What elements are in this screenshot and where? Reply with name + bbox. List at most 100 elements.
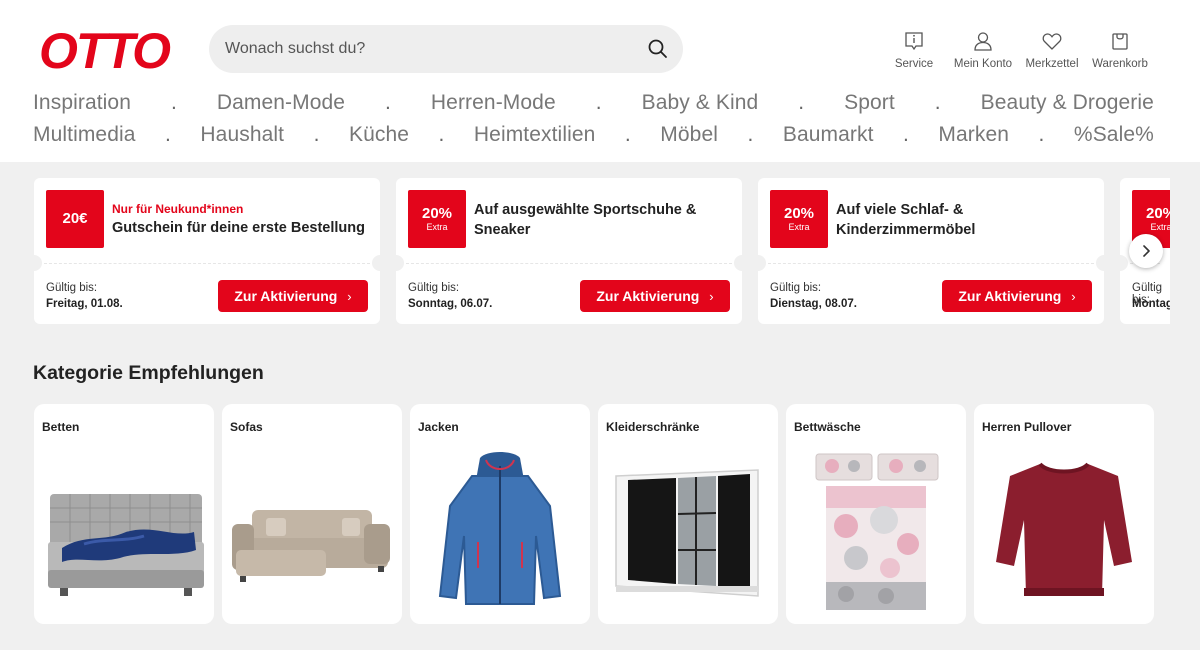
coupon-valid-label: Gültig bis: <box>408 282 460 294</box>
cart-label: Warenkorb <box>1092 58 1148 70</box>
nav-separator: . <box>624 123 631 146</box>
coupon-valid-label: Gültig bis: <box>46 282 98 294</box>
coupon-valid-date: Dienstag, 08.07. <box>770 298 857 310</box>
wishlist-link[interactable]: Merkzettel <box>1021 30 1083 70</box>
coupon-title: Gutschein für deine erste Bestellung <box>112 220 365 236</box>
nav-separator: . <box>170 91 177 114</box>
chevron-right-icon: › <box>709 288 714 304</box>
category-card-jacken[interactable]: Jacken <box>410 404 590 624</box>
nav-separator: . <box>934 91 941 114</box>
coupon-title: Auf viele Schlaf- & Kinderzimmermöbel <box>836 202 976 238</box>
service-icon <box>905 32 923 51</box>
nav-baumarkt[interactable]: Baumarkt <box>783 123 874 147</box>
nav-sport[interactable]: Sport <box>844 91 895 115</box>
activate-label: Zur Aktivierung <box>958 288 1062 304</box>
category-card-kleiderschraenke[interactable]: Kleiderschränke <box>598 404 778 624</box>
bedding-image <box>815 453 939 610</box>
nav-kueche[interactable]: Küche <box>349 123 409 147</box>
coupon-notch <box>34 255 42 271</box>
carousel-next-button[interactable] <box>1129 234 1163 268</box>
category-nav-row-2: Multimedia . Haushalt . Küche . Heimtext… <box>33 123 1154 147</box>
service-link[interactable]: Service <box>889 30 939 70</box>
nav-heimtextilien[interactable]: Heimtextilien <box>474 123 596 147</box>
sofa-image <box>232 510 390 582</box>
nav-damen-mode[interactable]: Damen-Mode <box>217 91 345 115</box>
nav-haushalt[interactable]: Haushalt <box>200 123 284 147</box>
account-link[interactable]: Mein Konto <box>950 30 1016 70</box>
coupon-badge-extra: Extra <box>426 222 448 232</box>
chevron-right-icon <box>1143 245 1150 257</box>
activate-label: Zur Aktivierung <box>596 288 700 304</box>
search-input[interactable] <box>225 25 635 73</box>
coupon-divider <box>768 263 1094 264</box>
activate-coupon-button[interactable]: Zur Aktivierung › <box>580 280 730 312</box>
nav-separator: . <box>385 91 391 114</box>
coupon-card: 20% Extra Auf viele Schlaf- & Kinderzimm… <box>758 178 1104 324</box>
account-label: Mein Konto <box>953 58 1013 70</box>
category-label: Kleiderschränke <box>606 420 700 434</box>
main-content: 20€ Nur für Neukund*innen Gutschein für … <box>0 162 1200 650</box>
nav-separator: . <box>747 123 754 146</box>
coupon-badge: 20% Extra <box>770 190 828 248</box>
chevron-right-icon: › <box>347 288 352 304</box>
nav-beauty-drogerie[interactable]: Beauty & Drogerie <box>981 91 1154 115</box>
coupon-title: Auf ausgewählte Sportschuhe & Sneaker <box>474 202 697 238</box>
search-bar <box>209 25 683 73</box>
category-label: Jacken <box>418 420 459 434</box>
coupon-notch <box>396 255 404 271</box>
nav-baby-kind[interactable]: Baby & Kind <box>642 91 759 115</box>
coupon-valid-date: Montag <box>1132 298 1170 310</box>
coupon-card: 20% Extra Auf ausgewählte Sportschuhe & … <box>396 178 742 324</box>
chevron-right-icon: › <box>1071 288 1076 304</box>
coupon-valid-date: Freitag, 01.08. <box>46 298 123 310</box>
bed-image <box>48 494 204 596</box>
cart-link[interactable]: Warenkorb <box>1088 30 1152 70</box>
category-card-sofas[interactable]: Sofas <box>222 404 402 624</box>
coupon-divider <box>44 263 370 264</box>
coupon-badge-value: 20% <box>783 205 815 222</box>
nav-herren-mode[interactable]: Herren-Mode <box>431 91 556 115</box>
coupon-notch <box>1120 255 1128 271</box>
heart-icon <box>1042 33 1062 50</box>
activate-coupon-button[interactable]: Zur Aktivierung › <box>218 280 368 312</box>
nav-multimedia[interactable]: Multimedia <box>33 123 136 147</box>
category-nav-row-1: Inspiration . Damen-Mode . Herren-Mode .… <box>33 91 1154 115</box>
coupon-notch <box>372 255 380 271</box>
jacket-image <box>438 452 562 605</box>
nav-sale[interactable]: %Sale% <box>1074 123 1154 147</box>
search-icon[interactable] <box>647 38 669 60</box>
category-label: Sofas <box>230 420 263 434</box>
coupon-notch <box>1096 255 1104 271</box>
activate-coupon-button[interactable]: Zur Aktivierung › <box>942 280 1092 312</box>
nav-moebel[interactable]: Möbel <box>660 123 718 147</box>
category-card-herren-pullover[interactable]: Herren Pullover <box>974 404 1154 624</box>
nav-separator: . <box>1038 123 1045 146</box>
coupon-notch <box>758 255 766 271</box>
coupon-badge-extra: Extra <box>1150 222 1170 232</box>
nav-separator: . <box>903 123 909 146</box>
coupon-badge: 20€ <box>46 190 104 248</box>
site-header: OTTO Service Mein Konto Merkzettel <box>0 0 1200 162</box>
logo-text: OTTO <box>39 24 171 76</box>
category-label: Bettwäsche <box>794 420 861 434</box>
coupon-badge-value: 20€ <box>62 210 88 227</box>
category-label: Herren Pullover <box>982 420 1072 434</box>
category-card-bettwaesche[interactable]: Bettwäsche <box>786 404 966 624</box>
service-label: Service <box>894 58 934 70</box>
coupon-badge-value: 20% <box>421 205 453 222</box>
otto-logo[interactable]: OTTO <box>33 24 175 76</box>
nav-separator: . <box>313 123 320 146</box>
activate-label: Zur Aktivierung <box>234 288 338 304</box>
nav-inspiration[interactable]: Inspiration <box>33 91 131 115</box>
coupon-badge: 20% Extra <box>408 190 466 248</box>
category-label: Betten <box>42 420 80 434</box>
category-card-betten[interactable]: Betten <box>34 404 214 624</box>
nav-separator: . <box>438 123 445 146</box>
cart-icon <box>1112 33 1128 50</box>
coupon-badge-extra: Extra <box>788 222 810 232</box>
nav-marken[interactable]: Marken <box>938 123 1009 147</box>
coupon-notch <box>734 255 742 271</box>
nav-separator: . <box>595 91 602 114</box>
nav-separator: . <box>165 123 171 146</box>
wardrobe-image <box>615 469 759 597</box>
